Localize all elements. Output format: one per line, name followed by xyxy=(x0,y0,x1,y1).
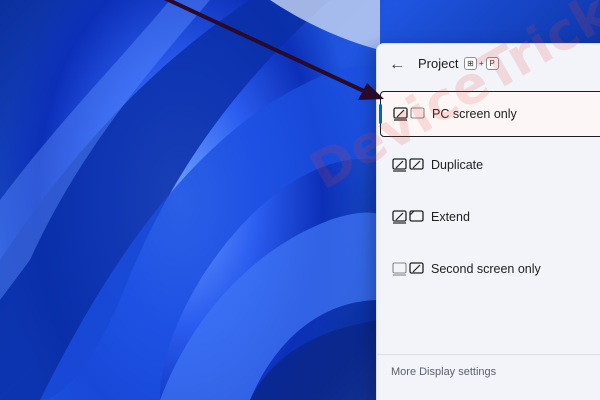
option-second-screen-only[interactable]: Second screen only xyxy=(380,247,600,293)
option-label: Extend xyxy=(431,210,470,224)
option-label: Second screen only xyxy=(431,262,541,276)
more-display-settings-link[interactable]: More Display settings xyxy=(391,366,496,378)
footer-divider xyxy=(377,354,600,355)
second-screen-only-icon xyxy=(392,262,424,276)
back-arrow-icon[interactable]: ← xyxy=(387,55,407,75)
